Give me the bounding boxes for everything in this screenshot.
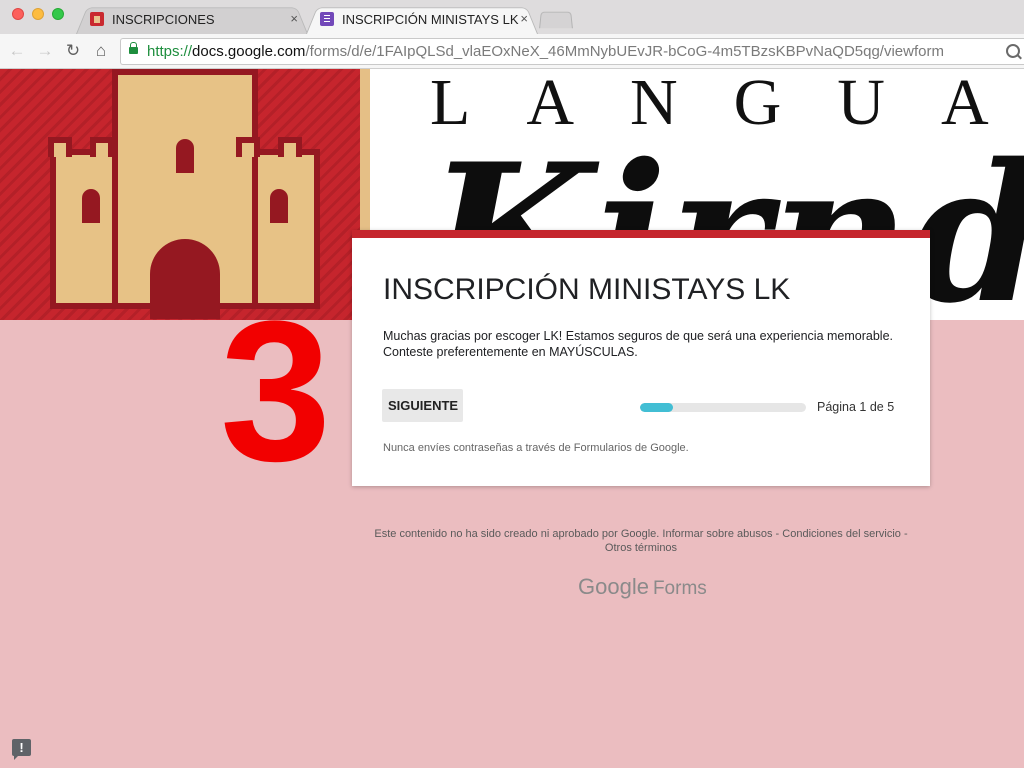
lock-icon bbox=[129, 42, 138, 54]
page-indicator: Página 1 de 5 bbox=[817, 400, 895, 414]
browser-tab-bar: INSCRIPCIONES × INSCRIPCIÓN MINISTAYS LK… bbox=[0, 0, 1024, 35]
castle-window bbox=[176, 139, 194, 173]
address-bar[interactable]: https://docs.google.com/forms/d/e/1FAIpQ… bbox=[120, 38, 1024, 65]
tab-close-icon[interactable]: × bbox=[520, 11, 528, 26]
url-scheme: https:// bbox=[147, 43, 193, 60]
merlon bbox=[90, 137, 114, 157]
url-path: /forms/d/e/1FAIpQLSd_vlaEOxNeX_46MmNybUE… bbox=[305, 43, 944, 60]
forward-arrow-icon[interactable]: → bbox=[34, 40, 56, 62]
form-title: INSCRIPCIÓN MINISTAYS LK bbox=[383, 273, 791, 306]
form-description-line: Conteste preferentemente en MAYÚSCULAS. bbox=[383, 344, 638, 359]
tab-close-icon[interactable]: × bbox=[290, 11, 298, 26]
footer-separator: - bbox=[900, 528, 908, 540]
form-description: Muchas gracias por escoger LK! Estamos s… bbox=[383, 329, 903, 360]
forms-wordmark: Forms bbox=[652, 578, 707, 599]
tab-title: INSCRIPCIÓN MINISTAYS LK bbox=[342, 11, 519, 27]
step-number-annotation: 3 bbox=[220, 280, 332, 503]
reload-icon[interactable]: ↻ bbox=[62, 40, 84, 62]
tab-inscripcion-ministays[interactable]: INSCRIPCIÓN MINISTAYS LK × bbox=[306, 4, 538, 35]
zoom-search-icon[interactable] bbox=[1006, 44, 1020, 58]
other-terms-link[interactable]: Otros términos bbox=[605, 542, 677, 554]
url-text[interactable]: https://docs.google.com/forms/d/e/1FAIpQ… bbox=[147, 43, 944, 60]
report-abuse-link[interactable]: Informar sobre abusos bbox=[662, 528, 772, 540]
castle-gate bbox=[150, 239, 220, 319]
castle-favicon-icon bbox=[90, 12, 104, 26]
url-host: docs.google.com bbox=[192, 43, 306, 60]
google-wordmark: Google bbox=[578, 574, 649, 599]
castle-window bbox=[270, 189, 288, 223]
window-minimize-button[interactable] bbox=[32, 8, 44, 20]
browser-toolbar: ← → ↻ ⌂ https://docs.google.com/forms/d/… bbox=[0, 34, 1024, 69]
new-tab-button[interactable] bbox=[539, 11, 573, 29]
progress-bar bbox=[640, 403, 806, 412]
tab-inscripciones[interactable]: INSCRIPCIONES × bbox=[76, 4, 308, 35]
window-close-button[interactable] bbox=[12, 8, 24, 20]
footer-separator: - bbox=[772, 528, 783, 540]
merlon bbox=[236, 137, 260, 157]
form-card: INSCRIPCIÓN MINISTAYS LK Muchas gracias … bbox=[352, 230, 930, 486]
google-forms-favicon-icon bbox=[320, 12, 334, 26]
home-icon[interactable]: ⌂ bbox=[90, 40, 112, 62]
merlon bbox=[278, 137, 302, 157]
tab-title: INSCRIPCIONES bbox=[112, 11, 215, 27]
back-arrow-icon[interactable]: ← bbox=[6, 40, 28, 62]
next-button[interactable]: SIGUIENTE bbox=[382, 389, 463, 422]
google-forms-logo[interactable]: Google Forms bbox=[578, 574, 707, 600]
footer-disclaimer: Este contenido no ha sido creado ni apro… bbox=[370, 528, 912, 555]
window-zoom-button[interactable] bbox=[52, 8, 64, 20]
password-warning: Nunca envíes contraseñas a través de For… bbox=[383, 442, 689, 454]
merlon bbox=[48, 137, 72, 157]
disclaimer-text: Este contenido no ha sido creado ni apro… bbox=[374, 528, 660, 540]
terms-of-service-link[interactable]: Condiciones del servicio bbox=[782, 528, 901, 540]
progress-bar-fill bbox=[640, 403, 674, 412]
form-description-line: Muchas gracias por escoger LK! Estamos s… bbox=[383, 329, 893, 343]
report-problem-icon[interactable]: ! bbox=[12, 739, 31, 760]
castle-window bbox=[82, 189, 100, 223]
